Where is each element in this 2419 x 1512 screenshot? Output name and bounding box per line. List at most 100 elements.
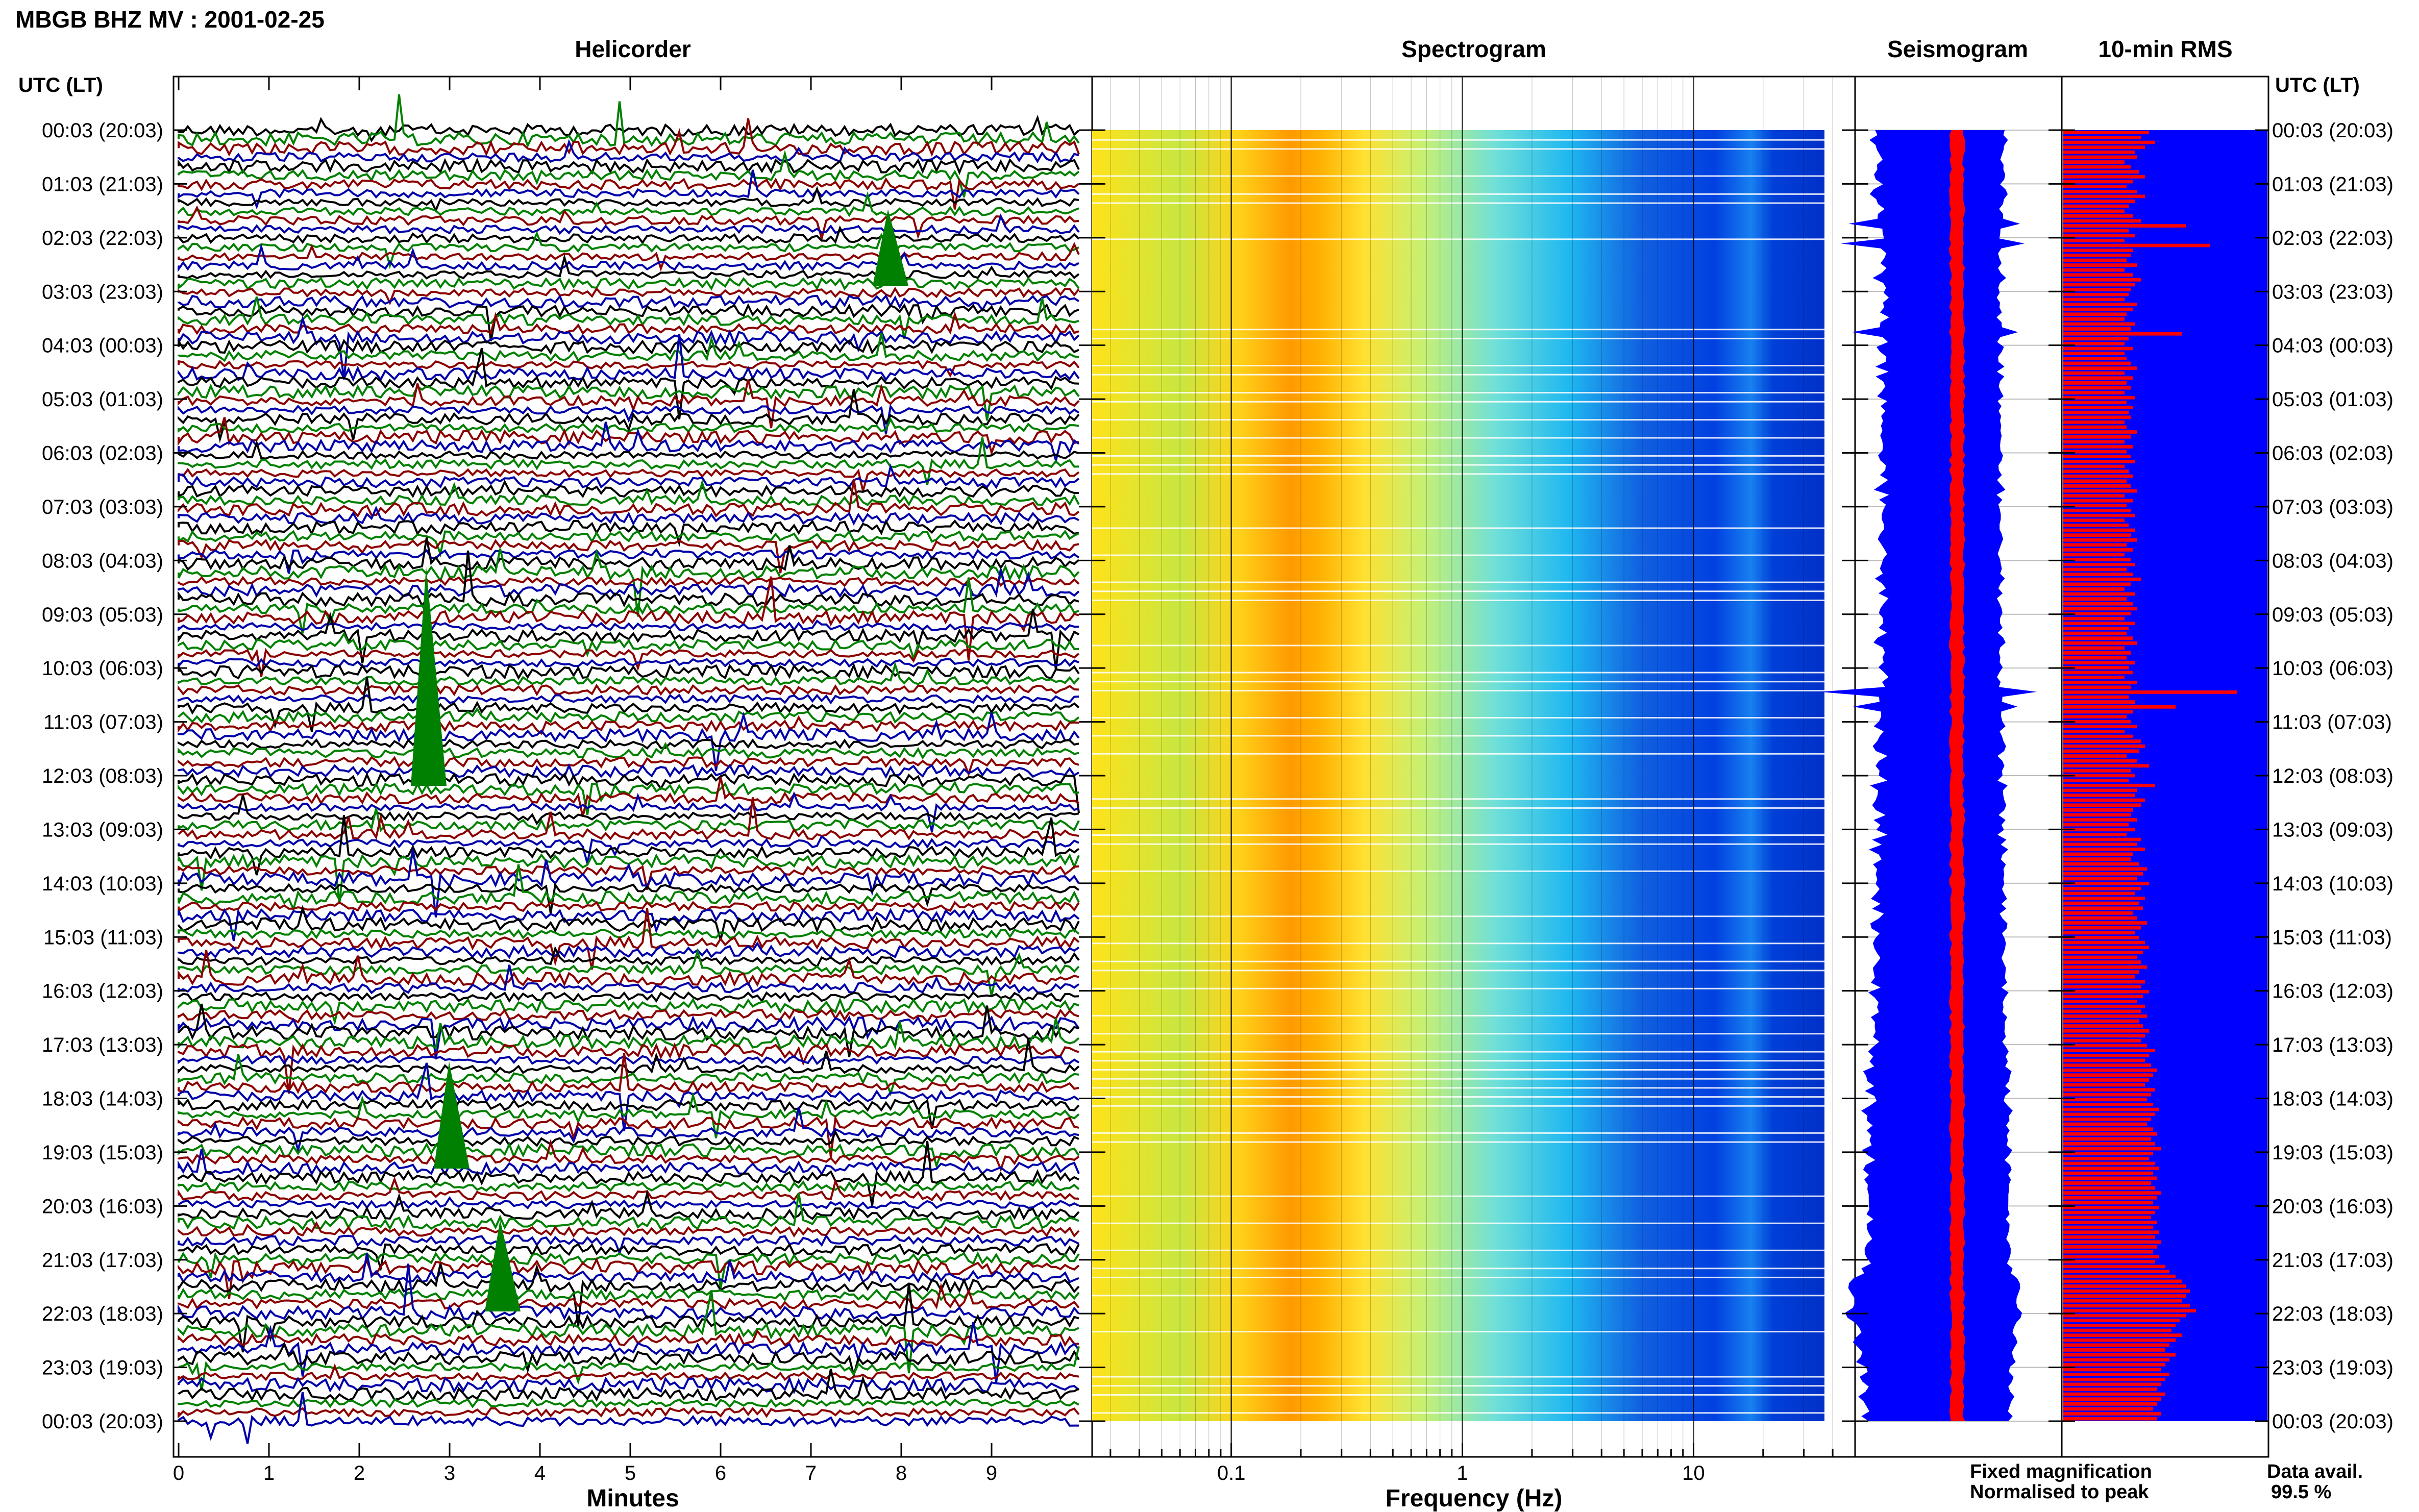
rms-bar bbox=[2063, 989, 2149, 994]
rms-bar bbox=[2063, 239, 2125, 242]
rms-bar bbox=[2063, 940, 2145, 945]
spectrogram-gap bbox=[1092, 1268, 1824, 1270]
rms-bar bbox=[2063, 1186, 2155, 1190]
spectrogram-gap bbox=[1092, 915, 1824, 918]
rms-bar bbox=[2063, 332, 2182, 336]
rms-bar bbox=[2063, 803, 2141, 807]
time-label-right: 11:03 (07:03) bbox=[2272, 711, 2392, 734]
rms-bar bbox=[2063, 734, 2133, 738]
rms-bar bbox=[2063, 1382, 2161, 1386]
rms-bar bbox=[2063, 1171, 2153, 1175]
rms-bar bbox=[2063, 1348, 2165, 1352]
rms-bar bbox=[2063, 1210, 2155, 1214]
rms-bar bbox=[2063, 303, 2137, 306]
rms-bar bbox=[2063, 1044, 2147, 1048]
rms-bar bbox=[2063, 1412, 2161, 1416]
rms-bar bbox=[2063, 921, 2147, 925]
rms-bar bbox=[2063, 371, 2125, 375]
rms-bar bbox=[2063, 136, 2141, 139]
time-label-right: 01:03 (21:03) bbox=[2272, 173, 2393, 195]
rms-bar bbox=[2063, 1392, 2165, 1396]
rms-bar bbox=[2063, 1083, 2145, 1087]
rms-bar bbox=[2063, 616, 2125, 621]
time-label-left: 16:03 (12:03) bbox=[42, 980, 163, 1003]
rms-bar bbox=[2063, 1294, 2186, 1298]
spectrogram-gap bbox=[1092, 1331, 1824, 1333]
rms-bar bbox=[2063, 1181, 2151, 1185]
rms-bar bbox=[2063, 200, 2135, 203]
time-label-right: 22:03 (18:03) bbox=[2272, 1303, 2393, 1325]
rms-bar bbox=[2063, 906, 2143, 910]
rms-bar bbox=[2063, 970, 2139, 974]
spectrogram-gap bbox=[1092, 1141, 1824, 1143]
rms-bar bbox=[2063, 543, 2127, 547]
spectrogram-gap bbox=[1092, 1105, 1824, 1107]
rms-bar bbox=[2063, 145, 2145, 149]
rms-bar bbox=[2063, 1024, 2143, 1028]
spectrogram-gap bbox=[1092, 735, 1824, 737]
rms-bar bbox=[2063, 842, 2137, 846]
rms-bar bbox=[2063, 877, 2137, 881]
spectrogram-gap bbox=[1092, 527, 1824, 529]
rms-bar bbox=[2063, 1225, 2153, 1229]
rms-bar bbox=[2063, 837, 2141, 841]
rms-bar bbox=[2063, 980, 2145, 984]
time-label-left: 12:03 (08:03) bbox=[42, 765, 163, 787]
spectrogram-gap bbox=[1092, 681, 1824, 683]
time-label-left: 01:03 (21:03) bbox=[42, 173, 163, 195]
spectrogram-gap bbox=[1092, 672, 1824, 674]
rms-bar bbox=[2063, 1284, 2186, 1288]
rms-bar bbox=[2063, 165, 2131, 169]
rms-bar bbox=[2063, 1245, 2157, 1249]
rms-bar bbox=[2063, 1368, 2161, 1372]
time-label-right: 08:03 (04:03) bbox=[2272, 550, 2393, 572]
rms-bar bbox=[2063, 783, 2155, 787]
minutes-tick-label: 6 bbox=[715, 1462, 726, 1484]
rms-bar bbox=[2063, 1093, 2151, 1097]
rms-bar bbox=[2063, 754, 2127, 758]
rms-bar bbox=[2063, 960, 2141, 964]
rms-bar bbox=[2063, 425, 2127, 429]
utc-lt-left-label: UTC (LT) bbox=[18, 74, 103, 96]
rms-bar bbox=[2063, 1279, 2182, 1283]
time-label-right: 16:03 (12:03) bbox=[2272, 980, 2393, 1003]
rms-bar bbox=[2063, 1058, 2145, 1062]
rms-bar bbox=[2063, 180, 2133, 184]
rms-bar bbox=[2063, 1132, 2157, 1136]
rms-bar bbox=[2063, 680, 2137, 684]
frequency-tick-label: 10 bbox=[1682, 1462, 1705, 1484]
time-label-right: 02:03 (22:03) bbox=[2272, 227, 2393, 250]
rms-bar bbox=[2063, 194, 2145, 199]
rms-bar bbox=[2063, 528, 2135, 532]
time-label-right: 04:03 (00:03) bbox=[2272, 335, 2393, 357]
frequency-axis-label: Frequency (Hz) bbox=[1386, 1485, 1563, 1512]
rms-bar bbox=[2063, 307, 2133, 311]
time-label-left: 19:03 (15:03) bbox=[42, 1142, 163, 1164]
rms-bar bbox=[2063, 1201, 2153, 1205]
spectrogram-gap bbox=[1092, 987, 1824, 989]
spectrogram-gap bbox=[1092, 401, 1824, 403]
plot-canvas: MBGB BHZ MV : 2001-02-25 Helicorder Spec… bbox=[15, 6, 2393, 1512]
rms-bar bbox=[2063, 1112, 2155, 1117]
rms-bar bbox=[2063, 455, 2131, 458]
rms-bar bbox=[2063, 916, 2137, 920]
time-label-left: 02:03 (22:03) bbox=[42, 227, 163, 250]
spectrogram-gap bbox=[1092, 960, 1824, 962]
spectrogram-gap bbox=[1092, 798, 1824, 800]
rms-bar bbox=[2063, 1000, 2137, 1003]
spectrogram-gap bbox=[1092, 1087, 1824, 1089]
spectrogram-gap bbox=[1092, 329, 1824, 331]
rms-bar bbox=[2063, 676, 2125, 679]
spectrogram-gap bbox=[1092, 1385, 1824, 1387]
rms-bar bbox=[2063, 671, 2133, 675]
spectrogram-gap bbox=[1092, 392, 1824, 394]
rms-bar bbox=[2063, 730, 2125, 733]
time-label-right: 18:03 (14:03) bbox=[2272, 1088, 2393, 1110]
time-label-right: 20:03 (16:03) bbox=[2272, 1195, 2393, 1218]
rms-bar bbox=[2063, 489, 2137, 493]
rms-bar bbox=[2063, 214, 2133, 218]
rms-bar bbox=[2063, 1004, 2145, 1008]
time-label-left: 10:03 (06:03) bbox=[42, 657, 163, 680]
minutes-axis-label: Minutes bbox=[586, 1485, 679, 1512]
rms-bar bbox=[2063, 1157, 2149, 1160]
